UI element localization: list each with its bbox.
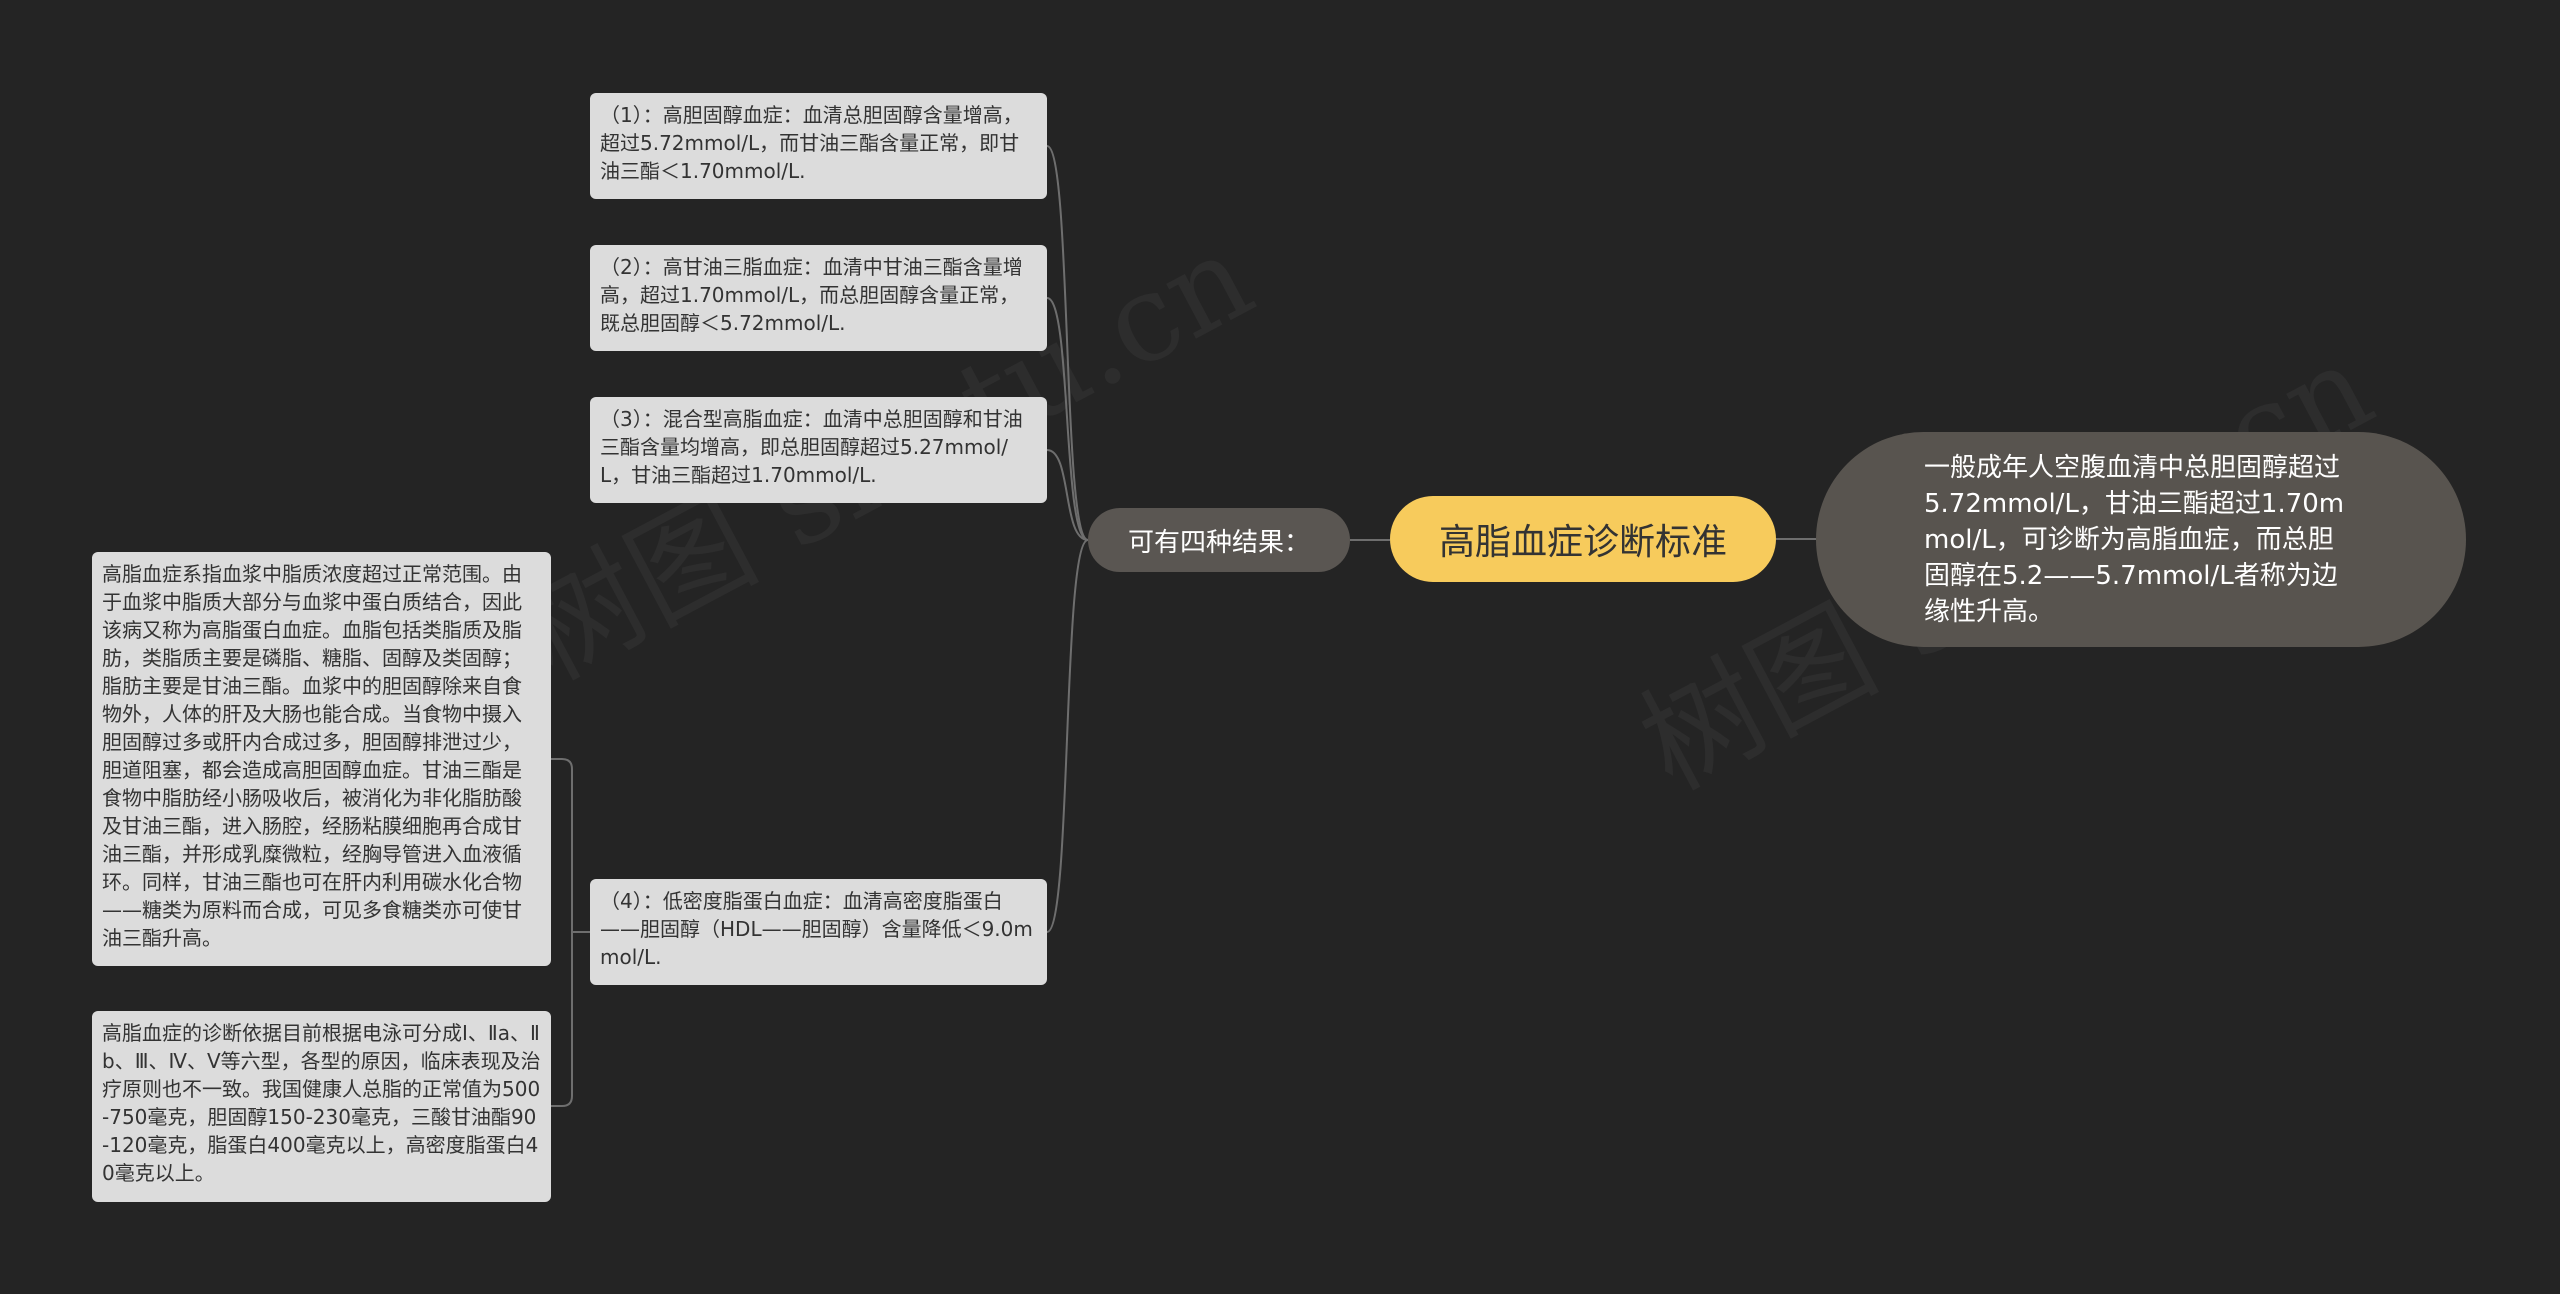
detail-node-definition[interactable]: 高脂血症系指血浆中脂质浓度超过正常范围。由于血浆中脂质大部分与血浆中蛋白质结合，… bbox=[92, 552, 551, 966]
root-label: 高脂血症诊断标准 bbox=[1438, 522, 1727, 563]
detail-node-classification[interactable]: 高脂血症的诊断依据目前根据电泳可分成I、Ⅱa、Ⅱb、Ⅲ、Ⅳ、Ⅴ等六型，各型的原因… bbox=[92, 1011, 551, 1202]
mindmap-canvas: 树图 shutu.cn 树图 shutu.cn 高脂血症诊断标准 一般成年人空腹… bbox=[0, 0, 2560, 1294]
result-node-4[interactable]: （4）：低密度脂蛋白血症：血清高密度脂蛋白——胆固醇（HDL——胆固醇）含量降低… bbox=[590, 879, 1047, 985]
detail-text: 高脂血症系指血浆中脂质浓度超过正常范围。由于血浆中脂质大部分与血浆中蛋白质结合，… bbox=[102, 562, 522, 950]
root-node[interactable]: 高脂血症诊断标准 bbox=[1390, 496, 1776, 582]
result-text: （1）：高胆固醇血症：血清总胆固醇含量增高，超过5.72mmol/L，而甘油三酯… bbox=[600, 103, 1023, 183]
link-bracket bbox=[551, 758, 573, 1107]
branch-node-four-results[interactable]: 可有四种结果： bbox=[1088, 508, 1350, 572]
result-text: （4）：低密度脂蛋白血症：血清高密度脂蛋白——胆固醇（HDL——胆固醇）含量降低… bbox=[600, 889, 1033, 969]
summary-node[interactable]: 一般成年人空腹血清中总胆固醇超过5.72mmol/L，甘油三酯超过1.70mmo… bbox=[1816, 432, 2466, 647]
summary-text: 一般成年人空腹血清中总胆固醇超过5.72mmol/L，甘油三酯超过1.70mmo… bbox=[1924, 452, 2345, 627]
result-node-3[interactable]: （3）：混合型高脂血症：血清中总胆固醇和甘油三酯含量均增高，即总胆固醇超过5.2… bbox=[590, 397, 1047, 503]
result-text: （3）：混合型高脂血症：血清中总胆固醇和甘油三酯含量均增高，即总胆固醇超过5.2… bbox=[600, 407, 1023, 487]
link-branch-result-4 bbox=[1046, 539, 1089, 933]
link-branch-result-3 bbox=[1046, 449, 1089, 541]
result-node-1[interactable]: （1）：高胆固醇血症：血清总胆固醇含量增高，超过5.72mmol/L，而甘油三酯… bbox=[590, 93, 1047, 199]
result-text: （2）：高甘油三脂血症：血清中甘油三酯含量增高，超过1.70mmol/L，而总胆… bbox=[600, 255, 1023, 335]
link-branch-result-1 bbox=[1046, 145, 1089, 541]
detail-text: 高脂血症的诊断依据目前根据电泳可分成I、Ⅱa、Ⅱb、Ⅲ、Ⅳ、Ⅴ等六型，各型的原因… bbox=[102, 1021, 541, 1185]
result-node-2[interactable]: （2）：高甘油三脂血症：血清中甘油三酯含量增高，超过1.70mmol/L，而总胆… bbox=[590, 245, 1047, 351]
branch-label: 可有四种结果： bbox=[1127, 527, 1310, 558]
